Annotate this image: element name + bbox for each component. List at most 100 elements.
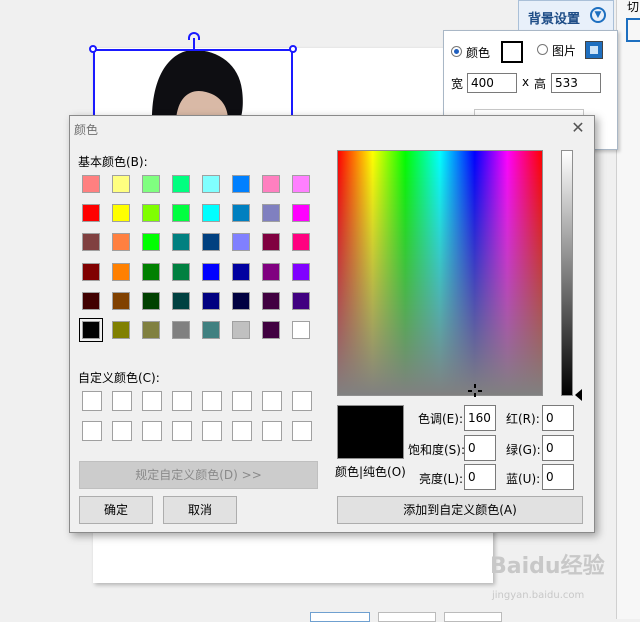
bottom-button-2[interactable] (378, 612, 436, 622)
custom-color-swatch[interactable] (142, 391, 162, 411)
basic-color-swatch[interactable] (259, 289, 283, 313)
basic-color-swatch[interactable] (289, 201, 313, 225)
image-radio[interactable] (537, 44, 548, 55)
custom-color-swatch[interactable] (172, 421, 192, 441)
basic-color-swatch[interactable] (109, 230, 133, 254)
partial-button[interactable] (626, 18, 640, 42)
custom-color-swatch[interactable] (232, 421, 252, 441)
custom-color-swatch[interactable] (262, 391, 282, 411)
basic-color-swatch[interactable] (199, 172, 223, 196)
rotate-handle-icon[interactable] (188, 32, 200, 40)
bottom-button-3[interactable] (444, 612, 502, 622)
basic-color-swatch[interactable] (79, 289, 103, 313)
basic-color-swatch[interactable] (199, 260, 223, 284)
basic-color-swatch[interactable] (229, 172, 253, 196)
resize-handle-tr[interactable] (289, 45, 297, 53)
basic-color-swatch[interactable] (109, 172, 133, 196)
basic-colors-label: 基本颜色(B): (78, 155, 148, 169)
custom-color-swatch[interactable] (82, 391, 102, 411)
custom-color-swatch[interactable] (112, 391, 132, 411)
basic-color-swatch[interactable] (289, 260, 313, 284)
basic-color-swatch[interactable] (109, 260, 133, 284)
luminance-slider[interactable] (561, 150, 573, 396)
custom-color-swatch[interactable] (82, 421, 102, 441)
custom-color-swatch[interactable] (292, 391, 312, 411)
basic-color-swatch[interactable] (169, 318, 193, 342)
basic-color-swatch[interactable] (259, 318, 283, 342)
color-radio[interactable] (451, 46, 462, 57)
hue-input[interactable]: 160 (464, 405, 496, 431)
basic-color-swatch[interactable] (79, 201, 103, 225)
basic-color-swatch[interactable] (199, 289, 223, 313)
basic-color-swatch[interactable] (199, 318, 223, 342)
ok-button[interactable]: 确定 (79, 496, 153, 524)
custom-color-swatch[interactable] (142, 421, 162, 441)
cancel-button[interactable]: 取消 (163, 496, 237, 524)
basic-color-swatch[interactable] (139, 289, 163, 313)
add-to-custom-colors-button[interactable]: 添加到自定义颜色(A) (337, 496, 583, 524)
blue-input[interactable]: 0 (542, 464, 574, 490)
bottom-button-1[interactable] (310, 612, 370, 622)
times-sign: x (522, 75, 530, 89)
chevron-down-icon[interactable]: ▼ (590, 7, 606, 23)
basic-color-swatch[interactable] (229, 201, 253, 225)
basic-color-swatch[interactable] (139, 318, 163, 342)
green-input[interactable]: 0 (542, 435, 574, 461)
basic-color-swatch[interactable] (79, 172, 103, 196)
basic-color-swatch[interactable] (79, 230, 103, 254)
custom-color-swatch[interactable] (292, 421, 312, 441)
saturation-input[interactable]: 0 (464, 435, 496, 461)
basic-color-swatch[interactable] (169, 201, 193, 225)
basic-color-swatch[interactable] (109, 201, 133, 225)
basic-color-swatch[interactable] (169, 260, 193, 284)
basic-color-swatch[interactable] (259, 230, 283, 254)
basic-color-swatch[interactable] (259, 260, 283, 284)
height-input[interactable]: 533 (551, 73, 601, 93)
color-picker-swatch[interactable] (501, 41, 523, 63)
custom-color-swatch[interactable] (232, 391, 252, 411)
basic-color-swatch[interactable] (229, 230, 253, 254)
luminance-arrow-icon[interactable] (575, 389, 582, 401)
basic-color-swatch[interactable] (259, 172, 283, 196)
basic-color-swatch[interactable] (229, 260, 253, 284)
luminance-input[interactable]: 0 (464, 464, 496, 490)
basic-color-swatch[interactable] (139, 230, 163, 254)
basic-color-swatch[interactable] (79, 318, 103, 342)
basic-color-swatch[interactable] (289, 289, 313, 313)
swatch-fill (262, 233, 280, 252)
custom-color-swatch[interactable] (202, 421, 222, 441)
dialog-title: 颜色 (74, 123, 99, 137)
swatch-fill (142, 175, 160, 193)
basic-color-swatch[interactable] (199, 230, 223, 254)
basic-color-swatch[interactable] (79, 260, 103, 284)
custom-color-swatch[interactable] (172, 391, 192, 411)
background-settings-tab[interactable]: 背景设置 ▼ (518, 0, 614, 30)
basic-color-swatch[interactable] (109, 318, 133, 342)
solid-color-label: 颜色|纯色(O) (335, 465, 406, 479)
resize-handle-tl[interactable] (89, 45, 97, 53)
basic-color-swatch[interactable] (139, 172, 163, 196)
basic-color-swatch[interactable] (169, 289, 193, 313)
basic-color-swatch[interactable] (139, 201, 163, 225)
custom-color-swatch[interactable] (202, 391, 222, 411)
color-spectrum[interactable] (337, 150, 543, 396)
basic-color-swatch[interactable] (289, 318, 313, 342)
basic-color-swatch[interactable] (169, 172, 193, 196)
swatch-fill (142, 204, 160, 223)
basic-color-swatch[interactable] (199, 201, 223, 225)
basic-color-swatch[interactable] (169, 230, 193, 254)
custom-color-swatch[interactable] (262, 421, 282, 441)
basic-color-swatch[interactable] (289, 230, 313, 254)
basic-color-swatch[interactable] (229, 289, 253, 313)
basic-color-swatch[interactable] (259, 201, 283, 225)
image-picker-icon[interactable] (585, 41, 603, 59)
custom-color-swatch[interactable] (112, 421, 132, 441)
red-input[interactable]: 0 (542, 405, 574, 431)
basic-color-swatch[interactable] (229, 318, 253, 342)
basic-color-swatch[interactable] (109, 289, 133, 313)
close-icon[interactable]: ✕ (568, 118, 588, 138)
width-input[interactable]: 400 (467, 73, 517, 93)
basic-color-swatch[interactable] (139, 260, 163, 284)
watermark-url: jingyan.baidu.com (492, 590, 585, 601)
basic-color-swatch[interactable] (289, 172, 313, 196)
